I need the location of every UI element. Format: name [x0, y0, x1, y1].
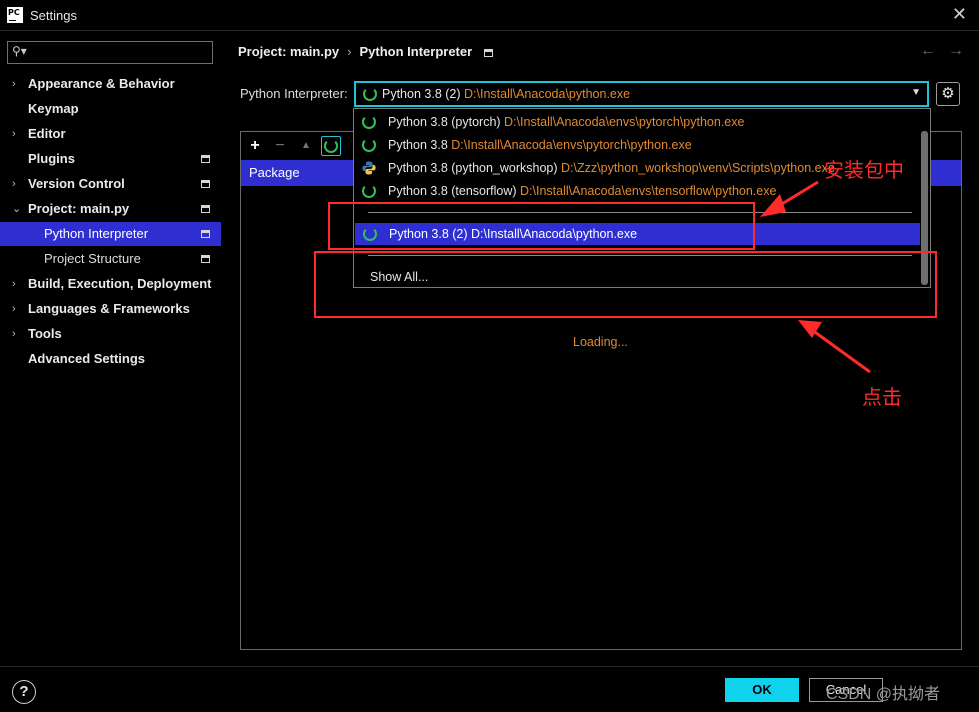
dialog-footer: ? OK Cancel CSDN @执拗者 — [0, 666, 979, 712]
annotation-arrows — [760, 180, 871, 374]
help-icon[interactable]: ? — [12, 680, 36, 704]
ok-button[interactable]: OK — [725, 678, 799, 702]
arrow-to-selected — [760, 180, 819, 217]
watermark: CSDN @执拗者 — [826, 686, 941, 703]
arrow-to-show-all — [798, 320, 871, 374]
